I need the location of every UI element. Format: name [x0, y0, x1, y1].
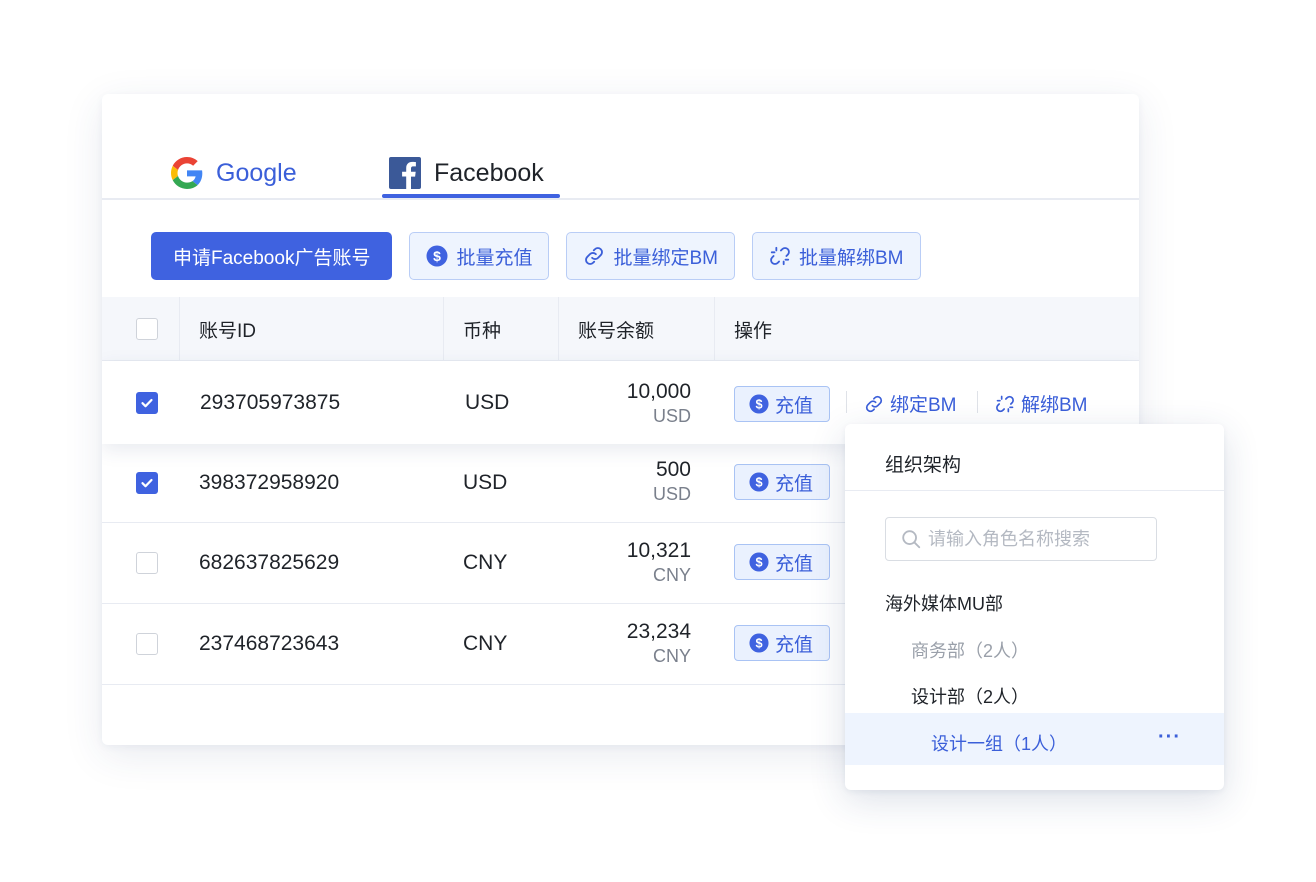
- balance: 23,234 CNY: [551, 619, 691, 667]
- org-structure-panel: 组织架构 海外媒体MU部 商务部（2人） 设计部（2人） 设计一组（1人） ··…: [845, 424, 1224, 790]
- batch-recharge-label: 批量充值: [456, 247, 533, 269]
- svg-text:$: $: [755, 636, 762, 651]
- dollar-icon: $: [749, 394, 769, 414]
- column-header-currency: 币种: [463, 320, 502, 342]
- recharge-label: 充值: [775, 634, 814, 656]
- balance: 10,321 CNY: [551, 538, 691, 586]
- action-separator: [846, 391, 847, 413]
- row-checkbox[interactable]: [136, 552, 158, 574]
- batch-unbind-bm-button[interactable]: 批量解绑BM: [751, 232, 921, 280]
- balance-value: 10,000: [626, 380, 691, 403]
- facebook-logo-icon: [388, 156, 422, 190]
- batch-bind-bm-button[interactable]: 批量绑定BM: [566, 232, 735, 280]
- batch-bind-bm-label: 批量绑定BM: [613, 247, 718, 269]
- select-all-checkbox[interactable]: [136, 318, 158, 340]
- unbind-bm-link[interactable]: 解绑BM: [995, 390, 1088, 417]
- dollar-icon: $: [749, 633, 769, 653]
- recharge-label: 充值: [775, 553, 814, 575]
- currency: CNY: [463, 551, 508, 574]
- svg-text:$: $: [755, 475, 762, 490]
- svg-text:$: $: [755, 397, 762, 412]
- more-options-icon[interactable]: ···: [1158, 726, 1181, 749]
- toolbar: 申请Facebook广告账号 $ 批量充值 批量绑定BM 批量解绑BM: [151, 232, 938, 280]
- platform-tabs: Google Facebook: [102, 94, 1139, 200]
- select-all-cell: [136, 297, 158, 361]
- column-header-balance: 账号余额: [578, 320, 655, 342]
- currency: USD: [463, 471, 508, 494]
- bind-bm-label: 绑定BM: [890, 395, 957, 416]
- divider: [845, 490, 1224, 491]
- role-search-input[interactable]: [928, 528, 1148, 550]
- account-id: 682637825629: [199, 551, 340, 574]
- apply-account-label: 申请Facebook广告账号: [173, 247, 371, 269]
- google-logo-icon: [170, 156, 204, 190]
- svg-text:$: $: [434, 248, 442, 264]
- balance-value: 23,234: [626, 620, 691, 643]
- account-id: 293705973875: [200, 390, 341, 414]
- account-id: 237468723643: [199, 632, 340, 655]
- tree-node-overseas-media[interactable]: 海外媒体MU部: [885, 590, 1003, 616]
- dollar-icon: $: [749, 552, 769, 572]
- unlink-icon: [769, 245, 791, 267]
- tree-node-business[interactable]: 商务部（2人）: [911, 637, 1029, 663]
- tree-node-design[interactable]: 设计部（2人）: [911, 683, 1029, 709]
- table-header: 账号ID 币种 账号余额 操作: [102, 297, 1139, 361]
- recharge-button[interactable]: $ 充值: [734, 544, 830, 580]
- check-icon: [141, 478, 153, 488]
- apply-account-button[interactable]: 申请Facebook广告账号: [151, 232, 393, 280]
- action-separator: [977, 391, 978, 413]
- tree-node-design-group-1[interactable]: 设计一组（1人）: [931, 730, 1067, 756]
- balance-value: 500: [655, 458, 691, 481]
- currency: CNY: [463, 632, 508, 655]
- role-search-box[interactable]: [885, 517, 1157, 561]
- balance-currency: USD: [652, 484, 691, 504]
- bind-bm-link[interactable]: 绑定BM: [864, 390, 957, 417]
- unlink-icon: [995, 394, 1015, 414]
- balance: 500 USD: [551, 457, 691, 505]
- balance-value: 10,321: [626, 539, 691, 562]
- unbind-bm-label: 解绑BM: [1021, 395, 1088, 416]
- account-id: 398372958920: [199, 471, 340, 494]
- recharge-button[interactable]: $ 充值: [734, 625, 830, 661]
- svg-text:$: $: [755, 555, 762, 570]
- row-checkbox[interactable]: [136, 472, 158, 494]
- tab-facebook[interactable]: Facebook: [388, 146, 544, 200]
- recharge-label: 充值: [775, 473, 814, 495]
- search-icon: [900, 528, 922, 550]
- recharge-button[interactable]: $ 充值: [734, 386, 830, 422]
- tab-google-label: Google: [216, 158, 297, 187]
- dollar-icon: $: [426, 245, 448, 267]
- check-icon: [141, 398, 153, 407]
- link-icon: [583, 245, 605, 267]
- balance-currency: CNY: [652, 646, 691, 666]
- batch-recharge-button[interactable]: $ 批量充值: [409, 232, 550, 280]
- tab-google[interactable]: Google: [170, 146, 297, 200]
- row-checkbox[interactable]: [136, 391, 158, 414]
- active-tab-indicator: [382, 194, 560, 198]
- link-icon: [864, 394, 884, 414]
- balance-currency: CNY: [652, 565, 691, 585]
- batch-unbind-bm-label: 批量解绑BM: [798, 247, 904, 269]
- recharge-label: 充值: [775, 395, 814, 417]
- column-header-actions: 操作: [734, 320, 773, 342]
- dollar-icon: $: [749, 472, 769, 492]
- tab-facebook-label: Facebook: [434, 158, 544, 187]
- balance-currency: USD: [652, 406, 691, 426]
- recharge-button[interactable]: $ 充值: [734, 464, 830, 500]
- row-checkbox[interactable]: [136, 633, 158, 655]
- currency: USD: [465, 390, 510, 414]
- panel-title: 组织架构: [885, 455, 962, 476]
- balance: 10,000 USD: [551, 379, 691, 427]
- column-header-account-id: 账号ID: [199, 320, 257, 342]
